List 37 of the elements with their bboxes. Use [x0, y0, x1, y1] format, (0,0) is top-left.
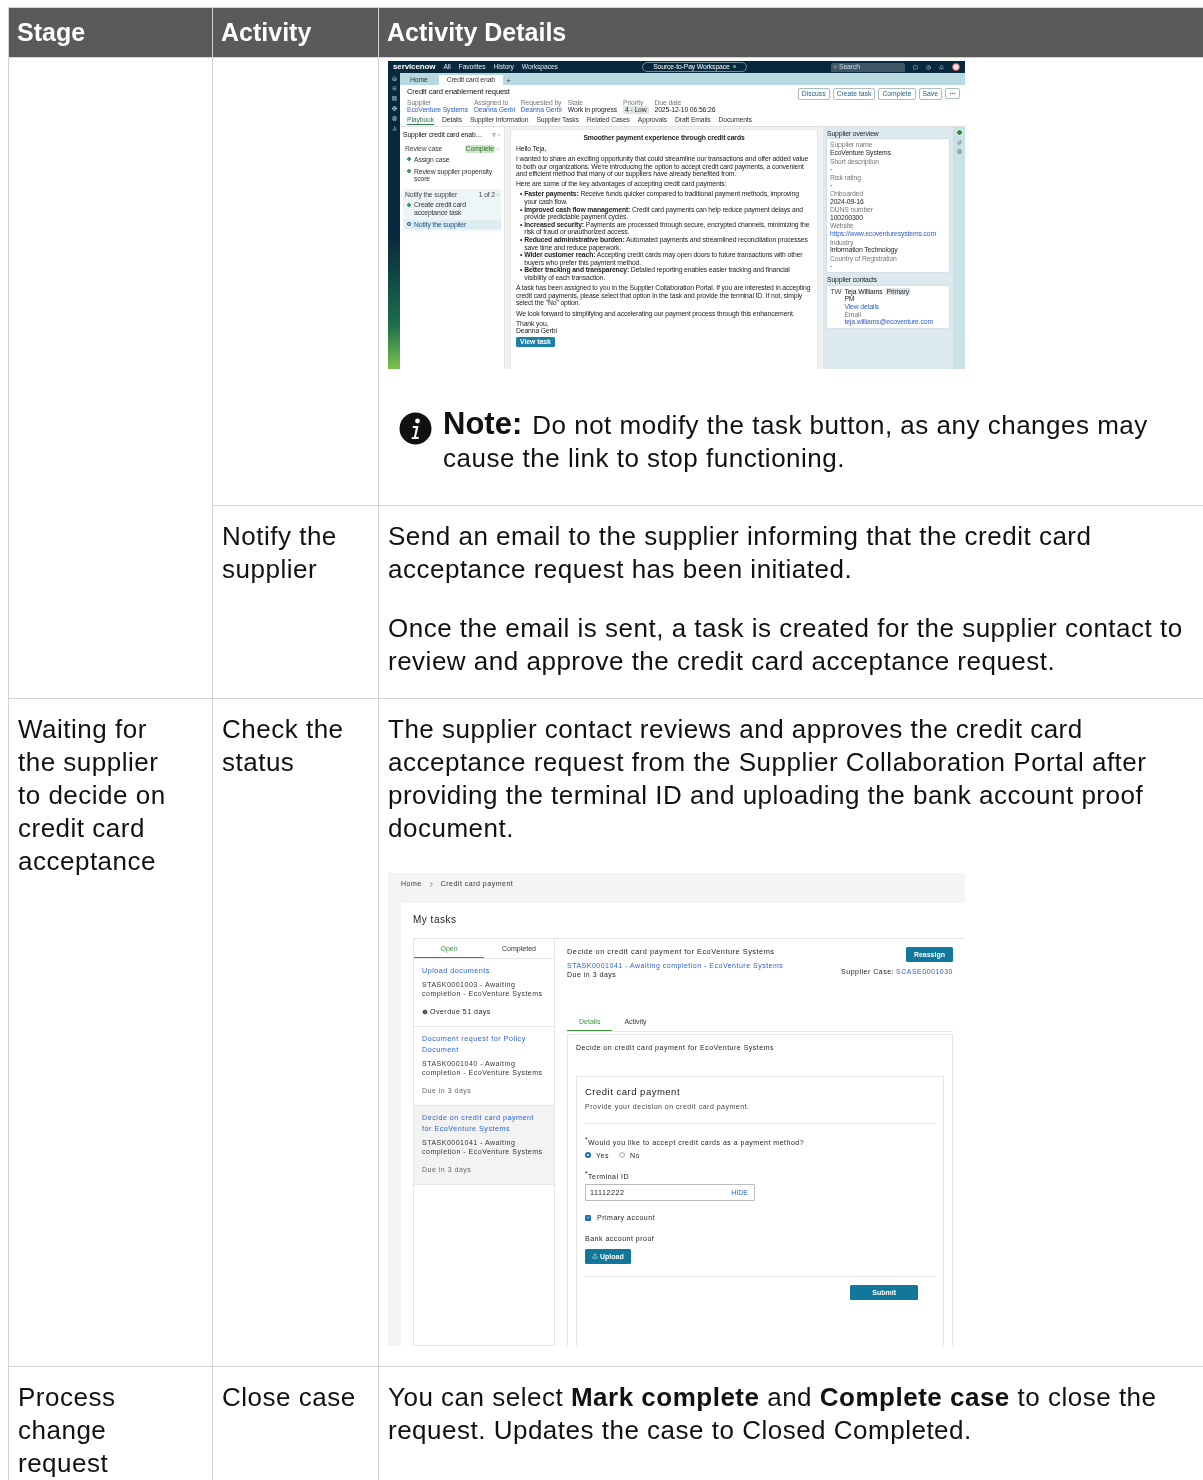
help-icon[interactable] — [926, 64, 931, 70]
page-title: My tasks — [413, 913, 458, 926]
document-icon[interactable] — [956, 148, 962, 154]
chevron-icon — [427, 880, 435, 888]
stage-text: Process change request — [18, 1381, 117, 1480]
add-tab-icon[interactable] — [506, 78, 511, 83]
column-header: Activity Details — [378, 7, 1203, 58]
brand-logo: servicenow — [393, 62, 436, 72]
upload-icon — [592, 1253, 598, 1260]
activity-text: Check the status — [222, 713, 345, 779]
alert-icon — [422, 1008, 428, 1015]
activity-text: Close case — [222, 1381, 357, 1414]
chart-icon[interactable] — [391, 126, 397, 131]
column-header: Activity — [212, 7, 379, 58]
status-dot-icon — [732, 65, 736, 69]
paragraph-text: You can select Mark complete and Complete case to close the request. Updates the case to Closed Completed. — [388, 1381, 1158, 1447]
paragraph-text: The supplier contact reviews and approves the credit card acceptance request from the Supplier Collaboration Portal after providing the terminal ID and uploading the bank account proof document. — [388, 713, 1148, 845]
menu-icon[interactable] — [391, 86, 397, 91]
note-text: Note: Do not modify the task button, as any changes may cause the link to stop functioning. — [443, 407, 1149, 475]
search-icon — [833, 65, 837, 69]
chat-icon[interactable] — [913, 64, 918, 70]
filter-icon[interactable] — [492, 132, 496, 137]
home-icon[interactable] — [391, 76, 397, 81]
paragraph-text: Once the email is sent, a task is created for the supplier contact to review and approve the credit card acceptance request. — [388, 612, 1184, 678]
paragraph-text: Send an email to the supplier informing that the credit card acceptance request has been initiated. — [388, 520, 1093, 586]
more-button[interactable] — [945, 88, 960, 99]
info-icon — [399, 412, 432, 445]
globe-icon[interactable] — [391, 106, 397, 111]
stage-text: Waiting for the supplier to decide on credit card acceptance — [18, 713, 167, 878]
avatar-icon[interactable] — [952, 63, 960, 71]
form-title: Credit card payment — [585, 1086, 682, 1099]
column-header: Stage — [8, 7, 213, 58]
status-dot-icon — [955, 128, 963, 136]
paperclip-icon[interactable] — [956, 139, 962, 145]
bell-icon[interactable] — [939, 64, 944, 70]
activity-text: Notify the supplier — [222, 520, 338, 586]
grid-icon[interactable] — [391, 96, 397, 101]
